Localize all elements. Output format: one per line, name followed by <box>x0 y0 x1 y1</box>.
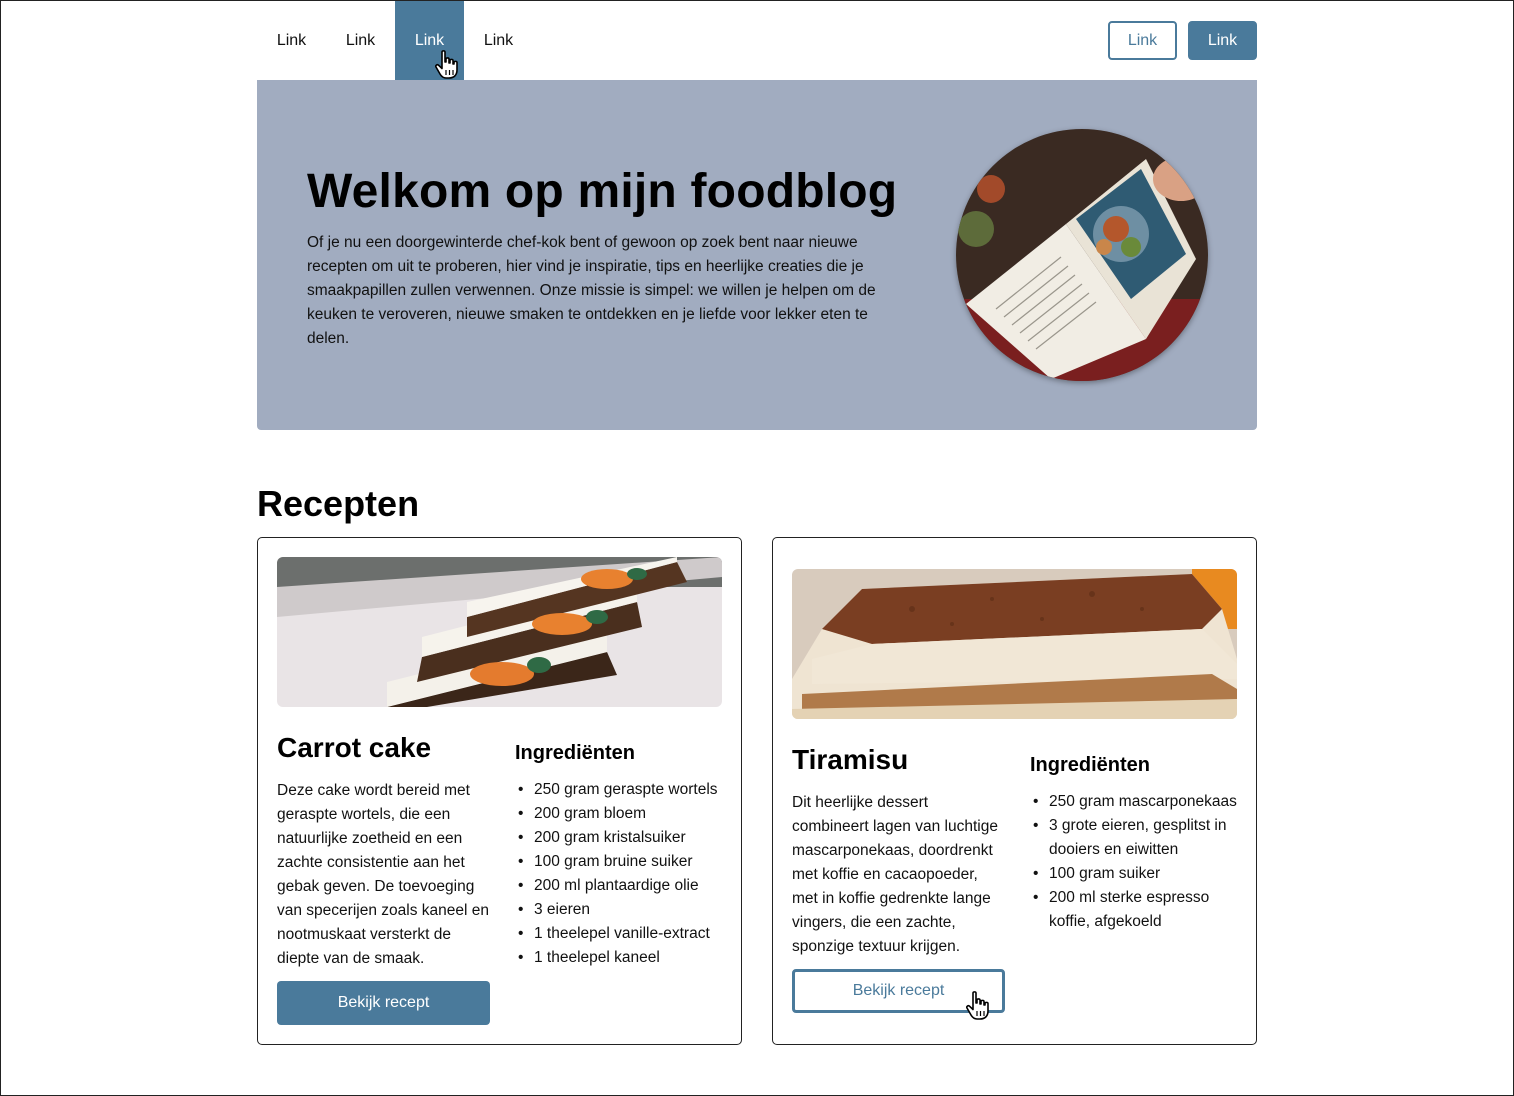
nav-outline-button[interactable]: Link <box>1108 21 1177 60</box>
ingredients-heading: Ingrediënten <box>1030 754 1151 776</box>
recipe-card-tiramisu: Tiramisu Dit heerlijke dessert combineer… <box>772 537 1257 1045</box>
ingredient-item: 3 grote eieren, gesplitst in dooiers en … <box>1030 814 1242 862</box>
hero-intro-text: Of je nu een doorgewinterde chef-kok ben… <box>307 234 876 347</box>
ingredient-item: 250 gram geraspte wortels <box>515 778 727 802</box>
recipes-heading: Recepten <box>257 483 420 524</box>
nav-link-1[interactable]: Link <box>257 1 326 80</box>
view-recipe-button[interactable]: Bekijk recept <box>792 969 1005 1013</box>
top-navigation: Link Link Link Link Link Link <box>257 1 1257 80</box>
ingredient-item: 200 gram bloem <box>515 802 727 826</box>
nav-buttons: Link Link <box>1108 21 1257 60</box>
ingredients-heading: Ingrediënten <box>515 742 636 764</box>
card-description: Dit heerlijke dessert combineert lagen v… <box>792 794 998 955</box>
ingredient-item: 1 theelepel vanille-extract <box>515 922 727 946</box>
ingredients-list: 250 gram geraspte wortels 200 gram bloem… <box>515 778 727 970</box>
ingredient-item: 100 gram suiker <box>1030 862 1242 886</box>
ingredient-item: 100 gram bruine suiker <box>515 850 727 874</box>
ingredient-item: 200 ml sterke espresso koffie, afgekoeld <box>1030 886 1242 934</box>
ingredient-item: 1 theelepel kaneel <box>515 946 727 970</box>
card-description: Deze cake wordt bereid met geraspte wort… <box>277 782 489 967</box>
hero-cookbook-image <box>956 129 1208 381</box>
ingredient-item: 200 gram kristalsuiker <box>515 826 727 850</box>
view-recipe-button[interactable]: Bekijk recept <box>277 981 490 1025</box>
nav-link-2[interactable]: Link <box>326 1 395 80</box>
hero-banner: Welkom op mijn foodblog Of je nu een doo… <box>257 80 1257 430</box>
recipe-card-carrot-cake: Carrot cake Deze cake wordt bereid met g… <box>257 537 742 1045</box>
hero-title: Welkom op mijn foodblog <box>307 165 898 218</box>
ingredients-list: 250 gram mascarponekaas 3 grote eieren, … <box>1030 790 1242 934</box>
card-title: Tiramisu <box>792 744 909 775</box>
nav-link-4[interactable]: Link <box>464 1 533 80</box>
nav-links: Link Link Link Link <box>257 1 533 80</box>
carrot-cake-image <box>277 557 722 707</box>
ingredient-item: 3 eieren <box>515 898 727 922</box>
card-title: Carrot cake <box>277 732 432 763</box>
nav-solid-button[interactable]: Link <box>1188 21 1257 60</box>
ingredient-item: 250 gram mascarponekaas <box>1030 790 1242 814</box>
ingredient-item: 200 ml plantaardige olie <box>515 874 727 898</box>
nav-link-3-active[interactable]: Link <box>395 1 464 80</box>
tiramisu-image <box>792 569 1237 719</box>
